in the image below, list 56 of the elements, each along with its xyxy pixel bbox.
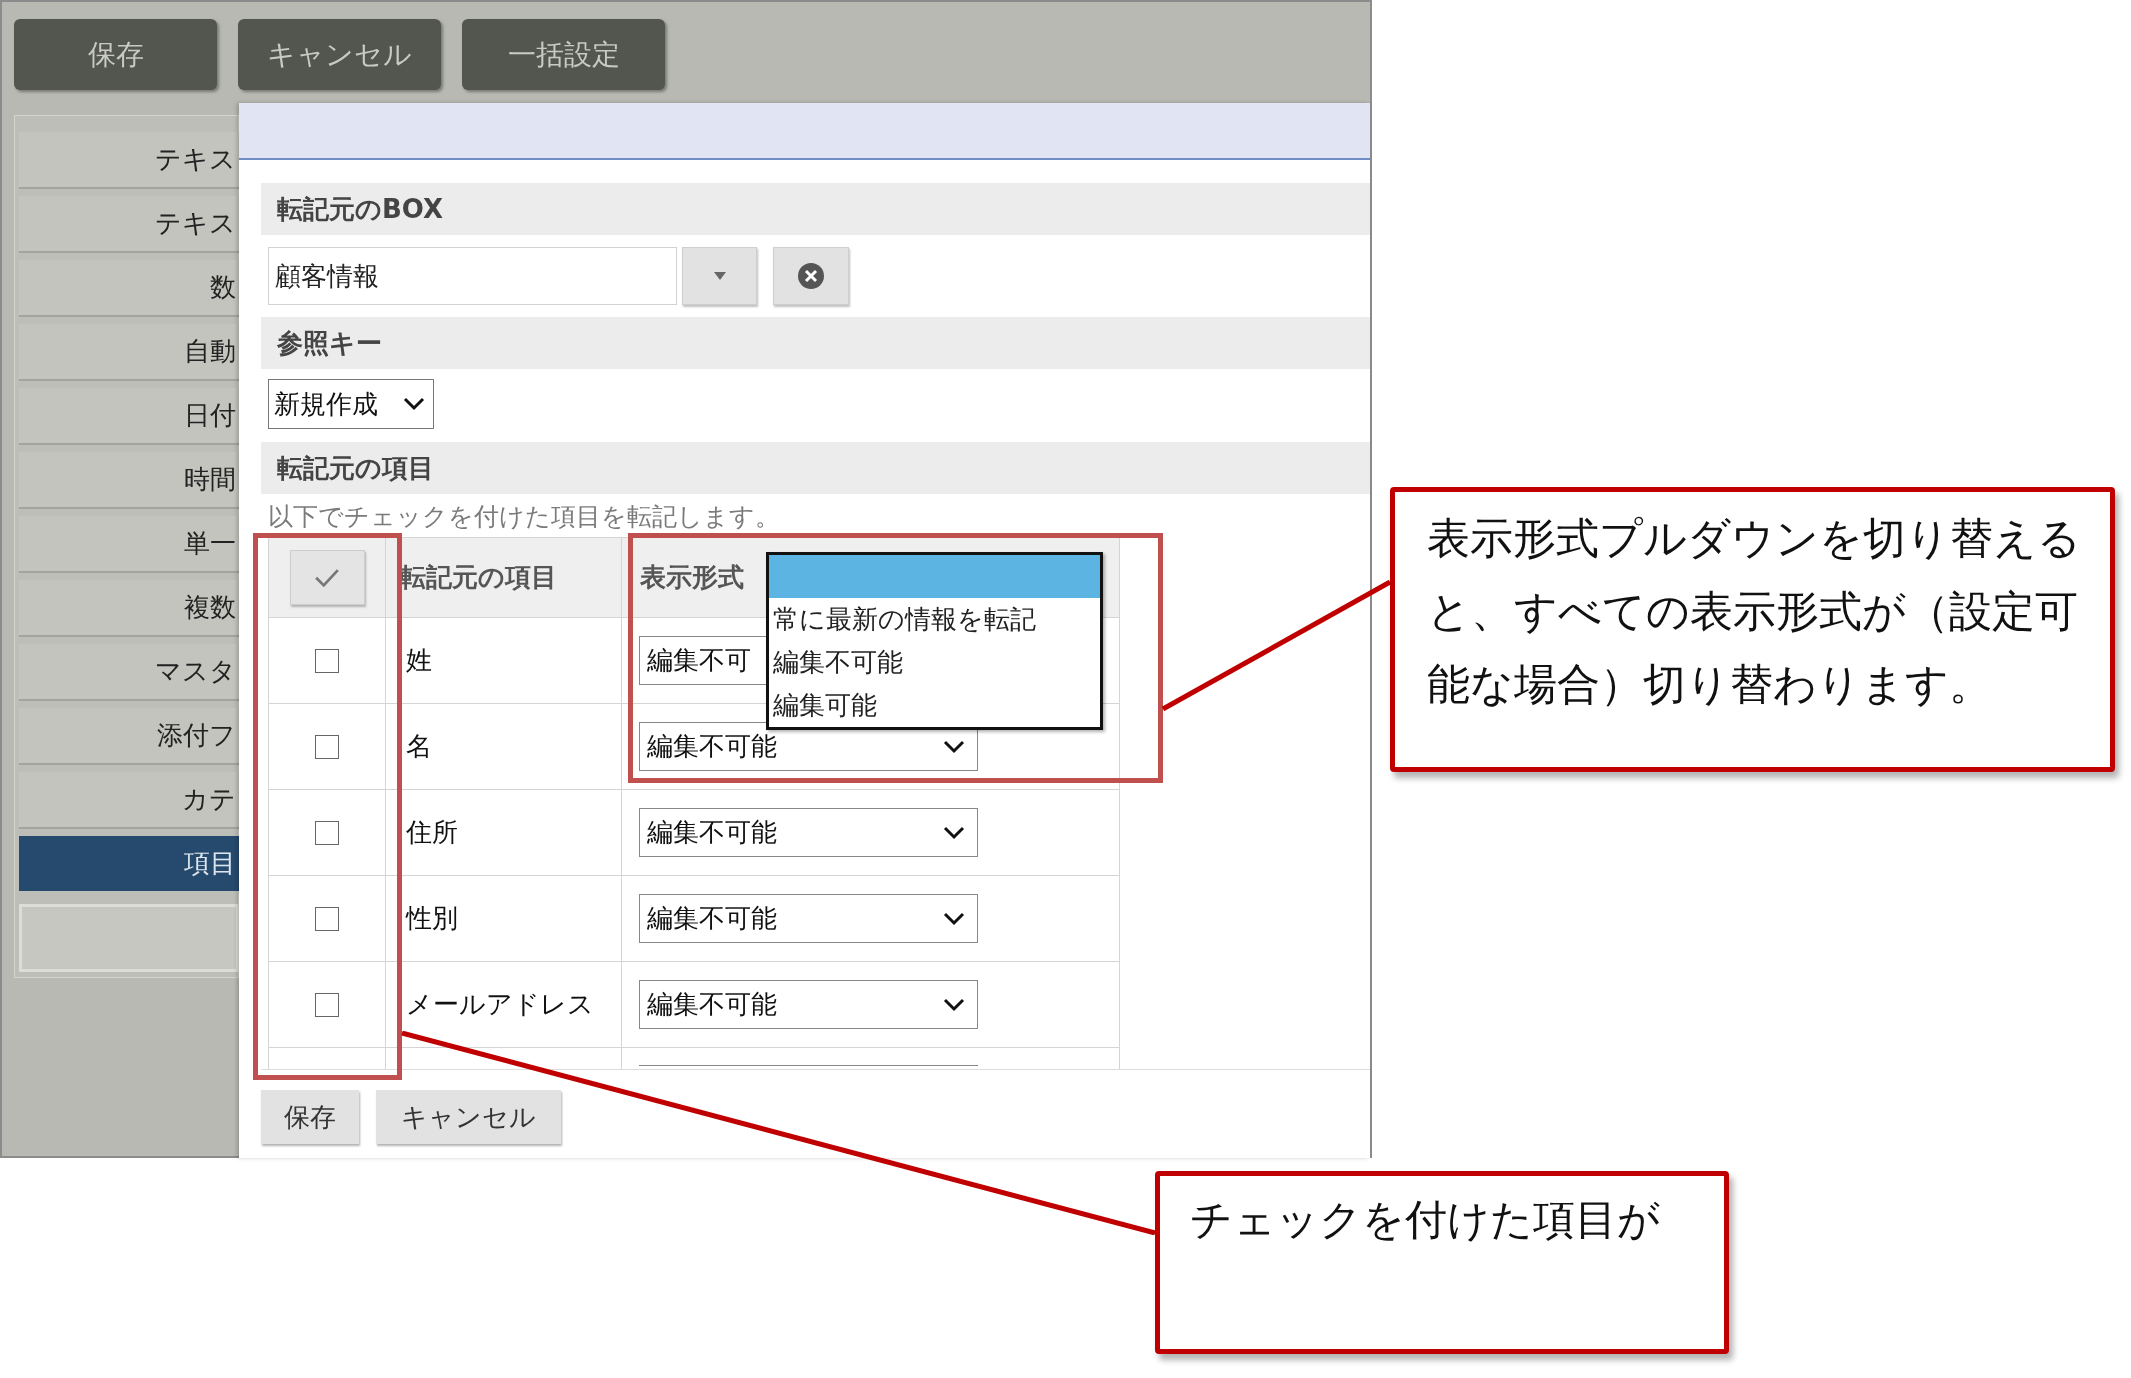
triangle-down-icon <box>713 272 726 280</box>
chevron-down-icon <box>943 911 965 926</box>
select-field[interactable]: 編集不可能 <box>639 894 978 943</box>
checkbox[interactable] <box>315 648 339 673</box>
toolbar-button[interactable]: キャンセル <box>238 19 441 90</box>
chevron-down-icon <box>943 997 965 1012</box>
table-cell-text: 性別 <box>406 902 458 935</box>
select-value: 編集不可能 <box>647 730 777 763</box>
section-heading: 参照キー <box>261 317 1370 369</box>
column-header: 表示形式 <box>640 561 744 594</box>
dialog-button[interactable]: キャンセル <box>376 1090 561 1144</box>
table-cell-text: 住所 <box>406 816 458 849</box>
chevron-down-icon <box>943 825 965 840</box>
select-value: 編集不可能 <box>647 816 777 849</box>
sidebar-item[interactable]: 日付 <box>19 388 239 443</box>
sidebar-item[interactable]: 複数 <box>19 580 239 635</box>
toolbar-button[interactable]: 保存 <box>14 19 217 90</box>
toolbar-button[interactable]: 一括設定 <box>462 19 665 90</box>
section-heading: 転記元の項目 <box>261 442 1370 494</box>
description-text: 以下でチェックを付けた項目を転記します。 <box>268 502 780 532</box>
checkbox[interactable] <box>315 734 339 759</box>
checkbox[interactable] <box>315 906 339 931</box>
sidebar-item[interactable]: カテ <box>19 772 239 827</box>
dialog-button[interactable]: 保存 <box>261 1090 359 1144</box>
sidebar-item[interactable]: 項目 <box>19 836 239 891</box>
select-field[interactable]: 編集不可能 <box>639 808 978 857</box>
clear-icon <box>797 262 825 290</box>
table-cell-text: メールアドレス <box>406 988 594 1021</box>
section-heading: 転記元のBOX <box>261 183 1370 235</box>
menu-option[interactable]: 編集不可能 <box>769 641 1100 684</box>
table-cell-text: 姓 <box>406 644 432 677</box>
check-icon <box>314 567 340 588</box>
sidebar-item[interactable]: 単一 <box>19 516 239 571</box>
sidebar-item[interactable]: テキス <box>19 132 239 187</box>
select-field[interactable]: 新規作成 <box>268 379 434 429</box>
sidebar-item[interactable]: 自動 <box>19 324 239 379</box>
checkbox[interactable] <box>315 820 339 845</box>
checkbox[interactable] <box>315 992 339 1017</box>
select-value: 編集不可能 <box>647 988 777 1021</box>
sidebar-item[interactable]: マスタ <box>19 644 239 699</box>
table-cell-text: 名 <box>406 730 432 763</box>
sidebar-item[interactable]: テキス <box>19 196 239 251</box>
callout-text: チェックを付けた項目が <box>1190 1194 1661 1246</box>
sidebar-item[interactable]: 添付フ <box>19 708 239 763</box>
callout-text: 表示形式プルダウンを切り替えると、すべての表示形式が（設定可能な場合）切り替わります。 <box>1427 512 2082 711</box>
select-value: 編集不可能 <box>647 902 777 935</box>
select-value: 新規作成 <box>274 387 378 421</box>
select-field[interactable]: 編集不可能 <box>639 980 978 1029</box>
select-value: 編集不可 <box>647 644 751 677</box>
text-field[interactable]: 顧客情報 <box>268 247 677 305</box>
sidebar-item[interactable]: 時間 <box>19 452 239 507</box>
chevron-down-icon <box>943 739 965 754</box>
sidebar-item[interactable]: 数 <box>19 260 239 315</box>
clear-button[interactable] <box>773 247 849 305</box>
chevron-down-icon <box>403 397 425 411</box>
menu-option[interactable]: 常に最新の情報を転記 <box>769 598 1100 641</box>
